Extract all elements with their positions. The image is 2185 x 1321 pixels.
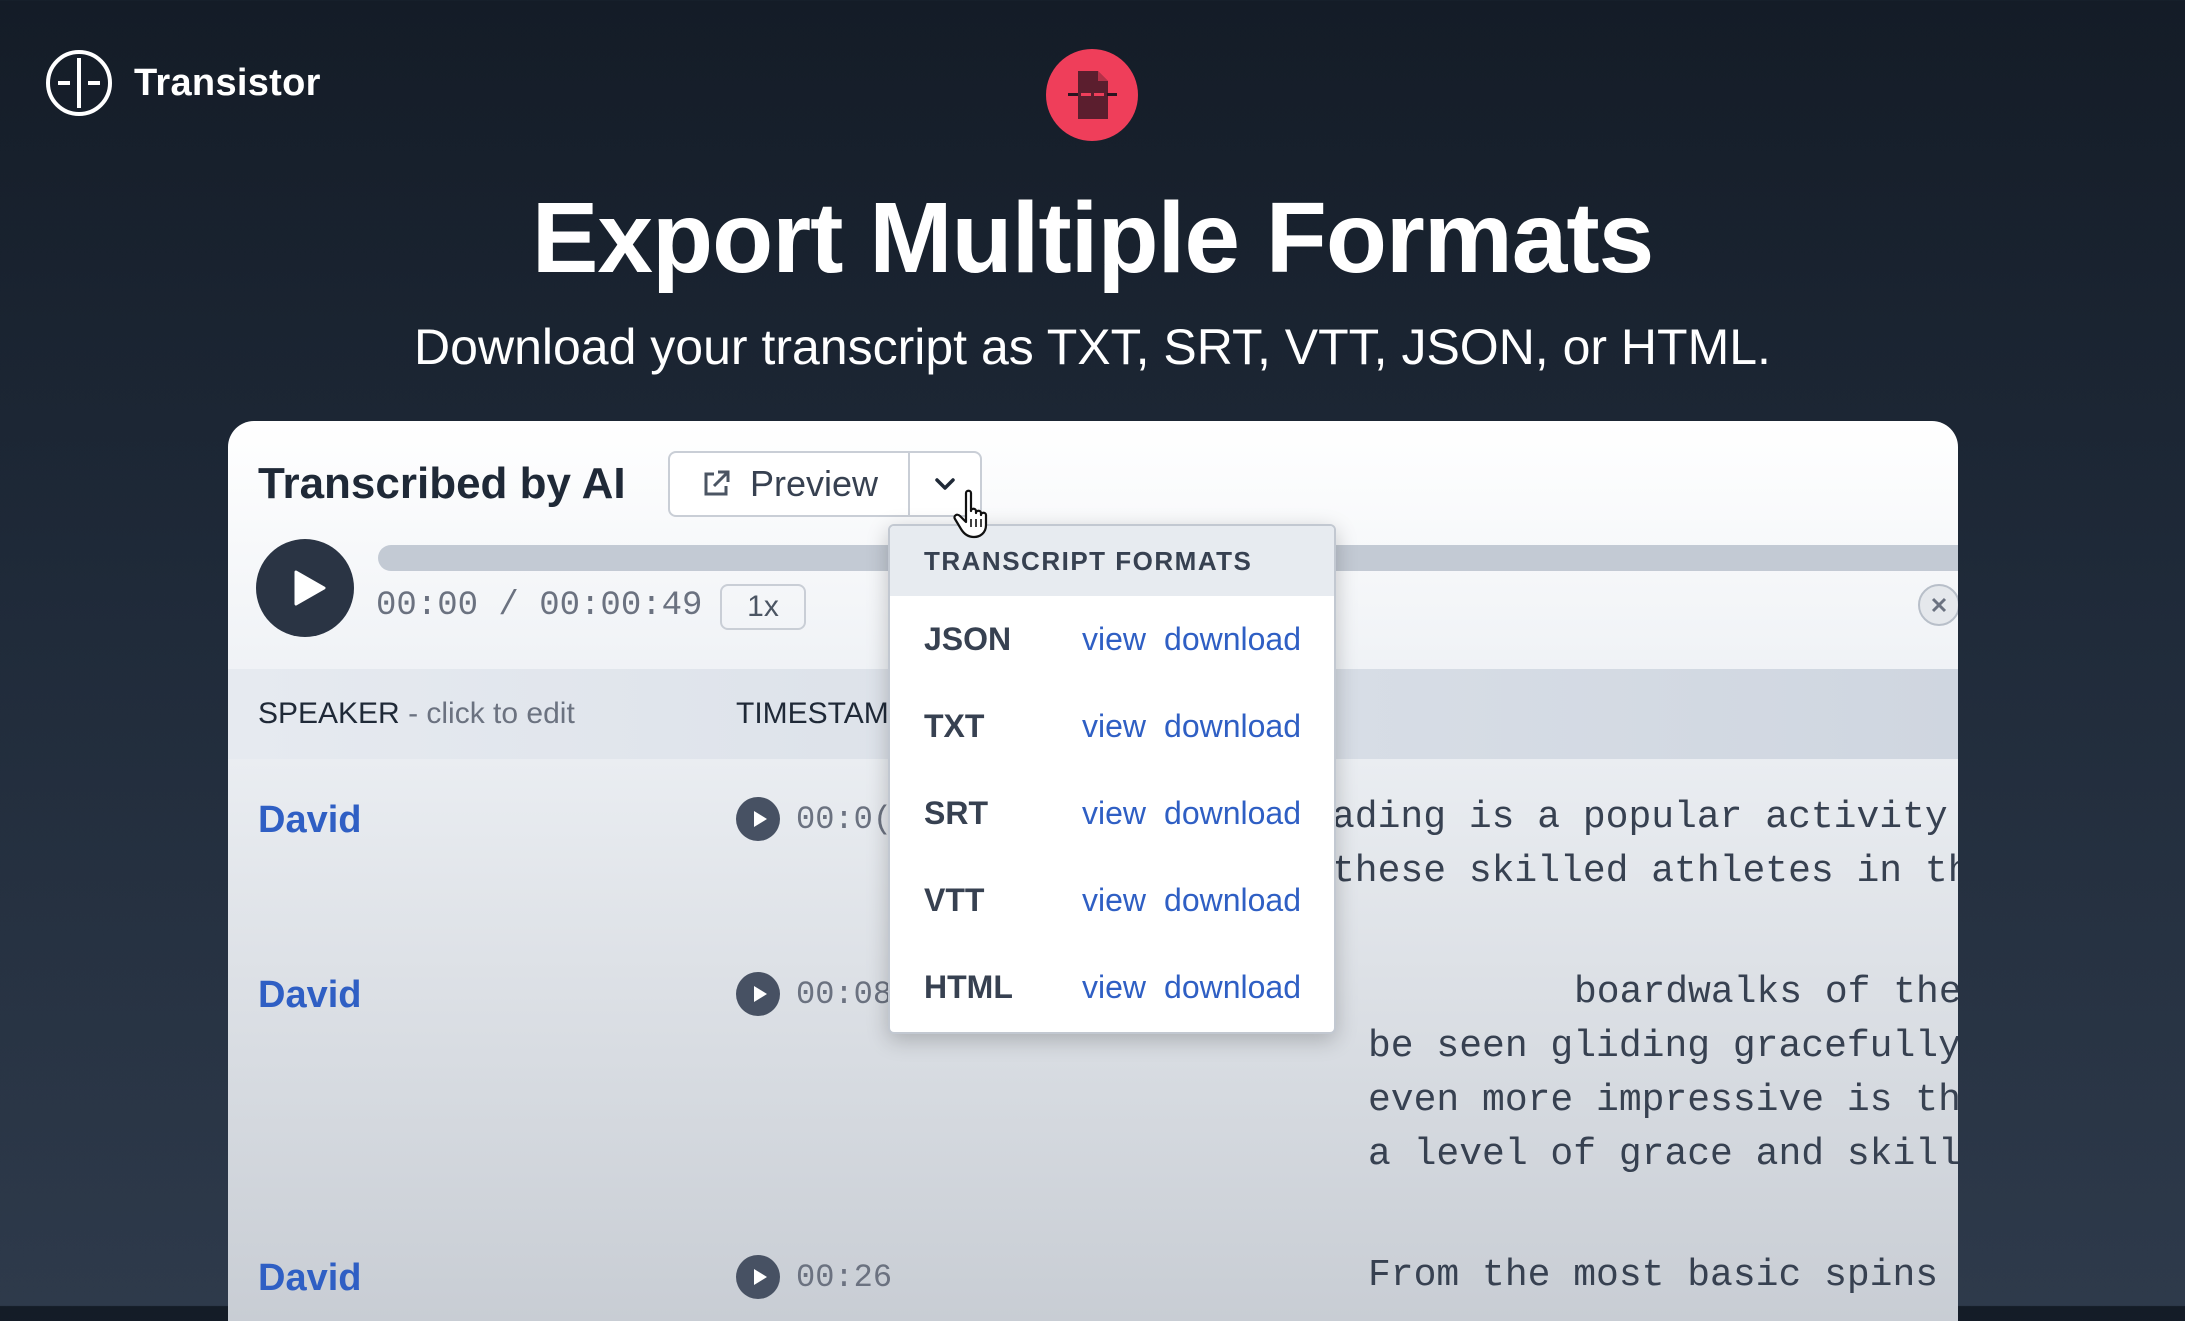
hand-pointer-icon [953, 489, 988, 539]
play-icon[interactable] [736, 1255, 780, 1299]
timestamp-column-header: TIMESTAM [736, 697, 889, 730]
format-label: JSON [924, 621, 1012, 657]
play-icon[interactable] [736, 797, 780, 841]
preview-label: Preview [750, 463, 879, 504]
transcript-line: a level of grace and skill that is t [1368, 1133, 1958, 1176]
menu-item-vtt: VTT view download [890, 857, 1334, 944]
format-label: SRT [924, 795, 988, 831]
speaker-header-label: SPEAKER [258, 697, 400, 730]
close-icon [1931, 597, 1947, 613]
preview-button-group: Preview [668, 451, 983, 517]
download-link[interactable]: download [1164, 708, 1301, 745]
view-link[interactable]: view [1082, 969, 1146, 1006]
player-title: Transcribed by AI [258, 459, 626, 508]
format-label: VTT [924, 882, 985, 918]
page-subtitle: Download your transcript as TXT, SRT, VT… [414, 319, 1771, 375]
transcript-document-icon [1046, 49, 1138, 141]
brand-name: Transistor [134, 61, 321, 104]
transcript-line: From the most basic spins to the mos [1368, 1254, 1939, 1297]
timestamp-text: 00:0( [796, 800, 893, 838]
speaker-name[interactable]: David [258, 1257, 361, 1300]
speaker-header-hint: - click to edit [399, 697, 575, 730]
speaker-name[interactable]: David [258, 799, 361, 842]
menu-item-txt: TXT view download [890, 683, 1334, 770]
speaker-name[interactable]: David [258, 974, 361, 1017]
download-link[interactable]: download [1164, 882, 1301, 919]
timestamp[interactable]: 00:0( [736, 797, 892, 841]
format-label: HTML [924, 969, 1013, 1005]
transcript-formats-menu: TRANSCRIPT FORMATS JSON view download TX… [888, 524, 1336, 1034]
speed-button[interactable]: 1x [720, 584, 806, 630]
preview-button[interactable]: Preview [670, 453, 911, 515]
play-icon [294, 570, 326, 606]
view-link[interactable]: view [1082, 795, 1146, 832]
timestamp-text: 00:08 [796, 975, 893, 1013]
external-link-icon [704, 470, 730, 496]
format-label: TXT [924, 708, 985, 744]
timestamp-text: 00:26 [796, 1258, 893, 1296]
brand[interactable]: Transistor [44, 48, 321, 118]
transcript-line: ading is a popular activity [1332, 796, 1948, 839]
timestamp[interactable]: 00:26 [736, 1255, 892, 1299]
play-button[interactable] [256, 539, 354, 637]
transcript-line: these skilled athletes in th [1332, 850, 1958, 893]
download-link[interactable]: download [1164, 795, 1301, 832]
transcript-line: be seen gliding gracefully, their mo [1368, 1025, 1958, 1068]
menu-item-json: JSON view download [890, 596, 1334, 683]
close-button[interactable] [1918, 584, 1958, 626]
timestamp[interactable]: 00:08 [736, 972, 892, 1016]
download-link[interactable]: download [1164, 969, 1301, 1006]
view-link[interactable]: view [1082, 621, 1146, 658]
play-icon[interactable] [736, 972, 780, 1016]
transcript-line: even more impressive is the artistry [1368, 1079, 1958, 1122]
playback-time: 00:00 / 00:00:49 [376, 587, 703, 625]
speaker-column-header[interactable]: SPEAKER - click to edit [258, 697, 575, 731]
transcript-line: boardwalks of the beach to [1574, 971, 1958, 1014]
view-link[interactable]: view [1082, 708, 1146, 745]
view-link[interactable]: view [1082, 882, 1146, 919]
page-title: Export Multiple Formats [531, 182, 1655, 294]
menu-item-html: HTML view download [890, 944, 1334, 1031]
download-link[interactable]: download [1164, 621, 1301, 658]
transistor-logo-icon [46, 50, 112, 116]
menu-item-srt: SRT view download [890, 770, 1334, 857]
